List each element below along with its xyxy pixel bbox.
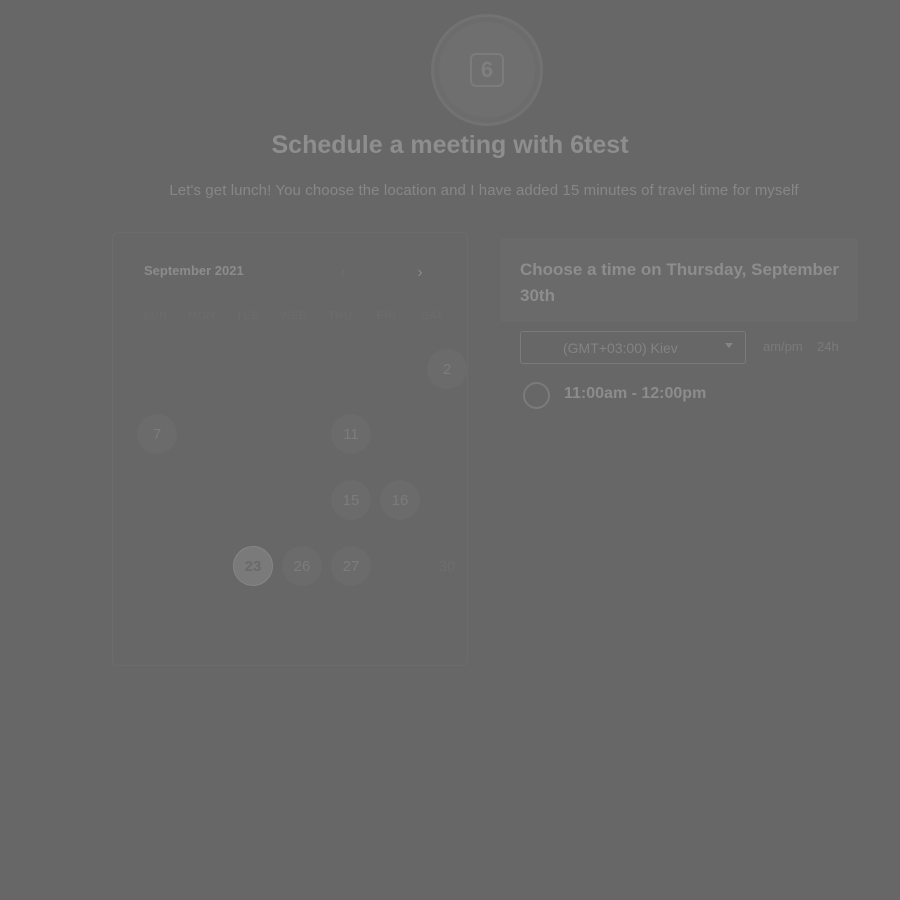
weekday-label: SAT bbox=[421, 310, 444, 322]
weekday-label: WED bbox=[280, 310, 308, 322]
calendar-day[interactable]: 27 bbox=[331, 546, 371, 586]
calendar-day[interactable]: 16 bbox=[380, 480, 420, 520]
event-description: Let's get lunch! You choose the location… bbox=[169, 182, 799, 199]
weekday-label: TUE bbox=[235, 310, 260, 322]
calendar-day[interactable]: 30 bbox=[427, 546, 467, 586]
avatar-inner: 6 bbox=[439, 22, 535, 118]
time-panel-heading: Choose a time on Thursday, September 30t… bbox=[520, 260, 839, 305]
timezone-select[interactable]: (GMT+03:00) Kiev bbox=[520, 331, 746, 364]
calendar-day[interactable]: 26 bbox=[282, 546, 322, 586]
time-slot-label[interactable]: 11:00am - 12:00pm bbox=[564, 385, 706, 403]
scheduling-page: 6 Schedule a meeting with 6test Let's ge… bbox=[0, 0, 900, 900]
page-title: Schedule a meeting with 6test bbox=[271, 131, 629, 159]
weekday-header: SUN MON TUE WED THU FRI SAT bbox=[132, 310, 456, 322]
chevron-down-icon bbox=[725, 343, 733, 348]
calendar-day[interactable]: 7 bbox=[137, 414, 177, 454]
time-slot-radio[interactable] bbox=[523, 382, 550, 409]
avatar: 6 bbox=[431, 14, 543, 126]
chevron-right-icon[interactable]: › bbox=[411, 264, 429, 282]
format-ampm-toggle[interactable]: am/pm bbox=[763, 339, 803, 354]
calendar-day[interactable]: 11 bbox=[331, 414, 371, 454]
calendar-day-selected[interactable]: 23 bbox=[233, 546, 273, 586]
weekday-label: THU bbox=[328, 310, 353, 322]
weekday-label: FRI bbox=[376, 310, 397, 322]
weekday-label: SUN bbox=[142, 310, 168, 322]
calendar-month-label: September 2021 bbox=[144, 263, 244, 278]
calendar-day[interactable]: 2 bbox=[427, 349, 467, 389]
format-24h-toggle[interactable]: 24h bbox=[817, 339, 839, 354]
chevron-left-icon[interactable]: ‹ bbox=[334, 264, 352, 282]
weekday-label: MON bbox=[187, 310, 215, 322]
calendar-day[interactable]: 15 bbox=[331, 480, 371, 520]
avatar-initial: 6 bbox=[470, 53, 504, 87]
